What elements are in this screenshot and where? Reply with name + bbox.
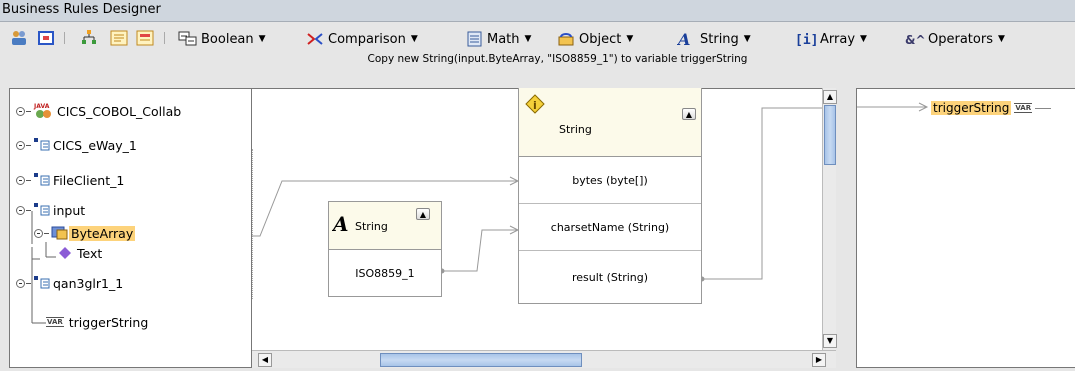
node-title: String [355,220,388,233]
node-header: A String ▲ [329,202,441,250]
window-title: Business Rules Designer [2,2,161,17]
field-diamond-icon [59,247,71,259]
mapping-canvas[interactable]: A String ▲ ISO8859_1 i String ▲ bytes (b… [252,88,834,368]
link-stub [1035,107,1052,109]
java-collab-icon: JAVA [33,103,51,118]
expand-toggle[interactable] [16,140,25,150]
object-menu[interactable]: Object ▼ [556,30,633,48]
comparison-menu[interactable]: Comparison ▼ [305,30,418,48]
operators-menu[interactable]: &^ Operators ▼ [905,30,1005,48]
bytearray-icon [51,226,68,240]
expression-text: Copy new String(input.ByteArray, "ISO885… [367,53,748,65]
method-info-icon: i [525,94,545,114]
horizontal-scroll-thumb[interactable] [380,353,582,367]
horizontal-scrollbar[interactable]: ◀ ▶ [252,350,836,368]
expand-toggle[interactable] [16,106,25,116]
node-header: i String ▲ [519,88,701,157]
vertical-scroll-thumb[interactable] [824,105,836,165]
string-menu[interactable]: A String ▼ [677,30,751,48]
collapse-node-button[interactable]: ▲ [682,108,696,120]
tree-item-input[interactable]: input [16,201,87,219]
boolean-icon [178,31,197,46]
collapse-node-button[interactable]: ▲ [416,208,430,220]
math-menu[interactable]: Math ▼ [466,30,531,48]
tree-item-bytearray[interactable]: ByteArray [34,224,136,242]
toolbar-separator [64,32,65,44]
tree-item-qan3glr1[interactable]: qan3glr1_1 [16,274,125,292]
window-title-bar: Business Rules Designer [0,0,1075,22]
input-port-bytes[interactable]: bytes (byte[]) [519,158,701,204]
variable-icon: VAR [1014,103,1033,113]
tree-item-collab[interactable]: JAVA CICS_COBOL_Collab [16,102,183,120]
mapper-alt-icon[interactable] [136,29,154,47]
mapper-icon[interactable] [110,29,128,47]
source-tree-panel: JAVA CICS_COBOL_Collab CICS_eWay_1 FileC… [9,88,252,368]
otd-icon [34,138,50,151]
string-icon: A [677,31,690,47]
svg-text:&^: &^ [905,33,925,47]
layout-tree-icon[interactable] [80,29,98,47]
string-icon: A [332,213,349,235]
math-icon [467,31,482,47]
variable-icon: VAR [46,317,64,327]
otd-icon [34,203,50,216]
operators-icon: &^ [905,33,925,47]
tree-item-fileclient[interactable]: FileClient_1 [16,171,126,189]
svg-text:JAVA: JAVA [33,103,50,110]
tree-item-triggerstring[interactable]: VAR triggerString [46,313,150,331]
array-menu[interactable]: [i] Array ▼ [795,30,867,48]
svg-text:A: A [332,213,349,235]
expand-toggle[interactable] [16,175,25,185]
object-icon [558,33,574,46]
svg-text:i: i [533,99,537,112]
expression-status-line: Copy new String(input.ByteArray, "ISO885… [0,53,1075,69]
toolbar-separator [164,32,165,44]
toolbar: Boolean ▼ Comparison ▼ Math ▼ Object ▼ A Str… [0,23,1075,53]
expand-toggle[interactable] [34,228,43,238]
comparison-icon [307,33,323,45]
otd-icon [34,276,50,289]
string-literal-node[interactable]: A String ▲ ISO8859_1 [328,201,442,297]
expand-toggle[interactable] [16,278,25,288]
vertical-scrollbar[interactable]: ▲ ▼ [822,88,837,350]
svg-text:A: A [677,31,690,47]
literal-value[interactable]: ISO8859_1 [329,250,441,296]
collapse-toggle[interactable] [16,205,25,215]
string-method-node[interactable]: i String ▲ bytes (byte[]) charsetName (S… [518,88,702,304]
window-icon[interactable] [37,29,55,47]
otd-icon [34,173,50,186]
scroll-right-button[interactable]: ▶ [812,353,826,367]
node-title: String [559,123,592,136]
destination-panel: triggerString VAR [856,88,1075,368]
boolean-menu[interactable]: Boolean ▼ [178,30,266,48]
scroll-down-button[interactable]: ▼ [823,334,837,348]
destination-link [857,102,929,112]
scroll-up-button[interactable]: ▲ [823,90,837,104]
output-port-result[interactable]: result (String) [519,252,701,302]
tree-item-cics-eway[interactable]: CICS_eWay_1 [16,136,139,154]
array-icon: [i] [795,33,817,47]
variable-label: triggerString [931,101,1012,115]
destination-variable[interactable]: triggerString VAR [931,99,1052,117]
svg-text:[i]: [i] [795,33,817,47]
scroll-left-button[interactable]: ◀ [258,353,272,367]
input-port-charsetname[interactable]: charsetName (String) [519,205,701,251]
users-icon[interactable] [10,29,28,47]
tree-item-text[interactable]: Text [58,244,104,262]
